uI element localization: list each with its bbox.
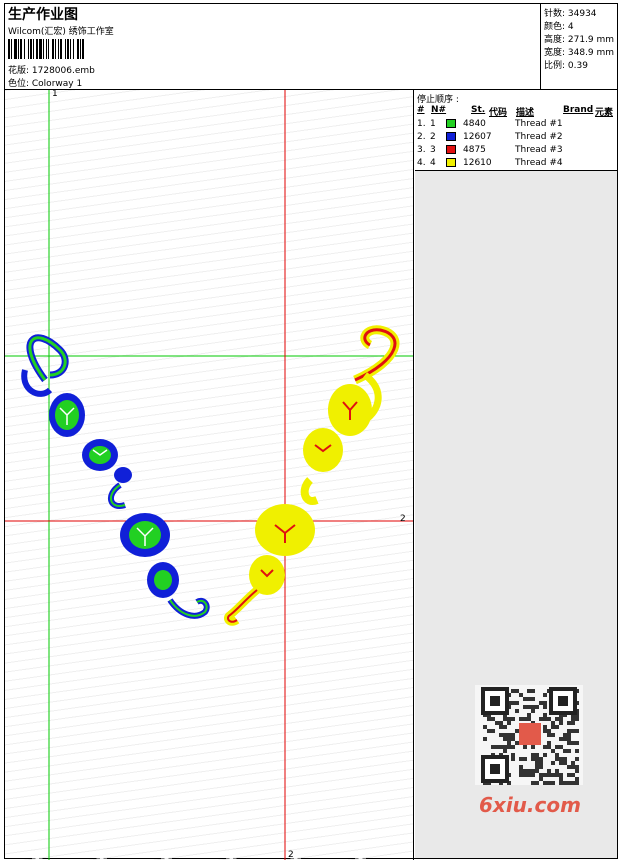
thread-description: Thread #4 bbox=[515, 158, 563, 168]
thread-code: 12607 bbox=[463, 132, 492, 142]
table-header: # N# St. 代码 描述 Brand 元素 bbox=[415, 105, 617, 118]
thread-color-swatch bbox=[446, 119, 456, 128]
col-st: St. bbox=[471, 105, 486, 115]
row-index: 2. bbox=[417, 132, 426, 142]
table-row: 2. 2 12607 Thread #2 bbox=[415, 132, 617, 145]
watermark: 6xiu.com bbox=[479, 793, 581, 817]
colorway: 色位: Colorway 1 bbox=[8, 79, 83, 89]
color-count: 颜色: 4 bbox=[544, 22, 574, 32]
thread-code: 4840 bbox=[463, 119, 486, 129]
design-width: 宽度: 348.9 mm bbox=[544, 48, 615, 58]
barcode bbox=[8, 39, 143, 59]
col-n: N# bbox=[431, 105, 447, 115]
right-embroidery-motif bbox=[224, 325, 400, 626]
thread-code: 4875 bbox=[463, 145, 486, 155]
row-number: 4 bbox=[430, 158, 436, 168]
designer-name: Wilcom(汇宏) 绣饰工作室 bbox=[8, 27, 114, 37]
thread-color-swatch bbox=[446, 158, 456, 167]
thread-code: 12610 bbox=[463, 158, 492, 168]
row-number: 2 bbox=[430, 132, 436, 142]
design-scale: 比例: 0.39 bbox=[544, 61, 588, 71]
thread-description: Thread #2 bbox=[515, 132, 563, 142]
header-info: 生产作业图 Wilcom(汇宏) 绣饰工作室 花版: 1728006.emb 色… bbox=[5, 4, 541, 89]
green-guide-label: 1 bbox=[52, 90, 58, 99]
left-embroidery-motif bbox=[21, 334, 210, 619]
design-height: 高度: 271.9 mm bbox=[544, 35, 615, 45]
stop-sequence-table: 停止顺序 : # N# St. 代码 描述 Brand 元素 1. 1 4840 Th… bbox=[415, 90, 617, 171]
row-number: 1 bbox=[430, 119, 436, 129]
embroidery-preview bbox=[5, 90, 413, 860]
design-file: 花版: 1728006.emb bbox=[8, 66, 95, 76]
row-index: 4. bbox=[417, 158, 426, 168]
design-canvas: 1 2 2 bbox=[5, 90, 414, 860]
row-number: 3 bbox=[430, 145, 436, 155]
thread-description: Thread #1 bbox=[515, 119, 563, 129]
page-title: 生产作业图 bbox=[8, 7, 78, 23]
stop-sequence-title: 停止顺序 : bbox=[417, 95, 459, 105]
stitch-count: 针数: 34934 bbox=[544, 9, 597, 19]
col-desc: 描述 bbox=[516, 108, 535, 118]
red-guide-label-right: 2 bbox=[400, 514, 406, 524]
col-hash: # bbox=[417, 105, 425, 115]
thread-color-swatch bbox=[446, 145, 456, 154]
red-guide-label-bottom: 2 bbox=[288, 850, 294, 860]
row-index: 3. bbox=[417, 145, 426, 155]
production-worksheet: 生产作业图 Wilcom(汇宏) 绣饰工作室 花版: 1728006.emb 色… bbox=[4, 3, 618, 860]
table-row: 4. 4 12610 Thread #4 bbox=[415, 158, 617, 171]
col-element: 元素 bbox=[595, 108, 614, 118]
table-row: 1. 1 4840 Thread #1 bbox=[415, 119, 617, 132]
design-stats: 针数: 34934 颜色: 4 高度: 271.9 mm 宽度: 348.9 m… bbox=[541, 4, 617, 89]
table-row: 3. 3 4875 Thread #3 bbox=[415, 145, 617, 158]
row-index: 1. bbox=[417, 119, 426, 129]
thread-description: Thread #3 bbox=[515, 145, 563, 155]
col-code: 代码 bbox=[489, 108, 508, 118]
thread-color-swatch bbox=[446, 132, 456, 141]
col-brand: Brand bbox=[563, 105, 594, 115]
qr-code bbox=[475, 685, 583, 785]
